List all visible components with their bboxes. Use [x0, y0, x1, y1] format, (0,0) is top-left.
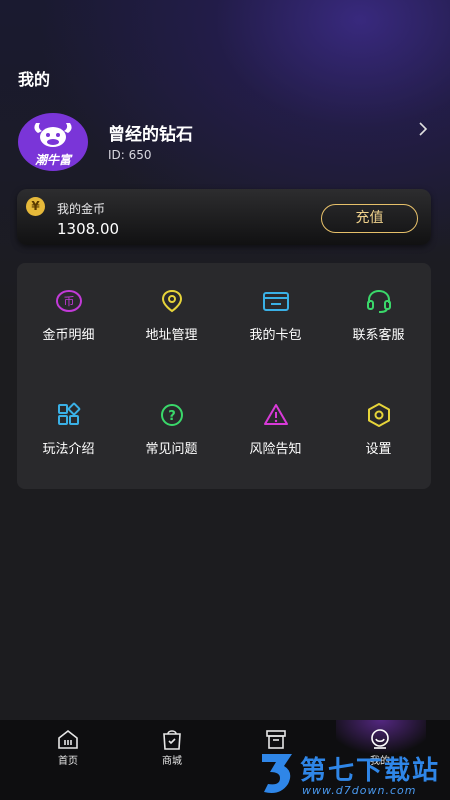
shopping-bag-icon — [163, 730, 181, 750]
location-pin-icon — [161, 289, 182, 313]
settings-hexagon-icon — [367, 403, 390, 427]
nav-item-mall[interactable]: 商城 — [122, 720, 222, 800]
chevron-right-icon[interactable] — [416, 122, 430, 136]
watermark-url: www.d7down.com — [302, 784, 417, 797]
menu-item-customer-service[interactable]: 联系客服 — [327, 263, 430, 343]
menu-item-coin-details[interactable]: 币 金币明细 — [17, 263, 120, 343]
card-wallet-icon — [262, 292, 289, 311]
svg-text:?: ? — [168, 409, 176, 424]
menu-item-address[interactable]: 地址管理 — [120, 263, 223, 343]
menu-item-settings[interactable]: 设置 — [327, 377, 430, 457]
watermark-text: 第七下载站 — [300, 756, 441, 786]
warning-triangle-icon — [263, 404, 288, 425]
menu-label: 设置 — [365, 442, 392, 457]
page-title: 我的 — [18, 70, 51, 89]
home-icon — [58, 729, 78, 749]
watermark-logo-icon — [262, 754, 292, 793]
menu-label: 我的卡包 — [249, 328, 302, 343]
nav-label: 首页 — [58, 756, 78, 767]
watermark: 第七下载站 www.d7down.com — [258, 748, 450, 800]
recharge-button[interactable]: 充值 — [321, 204, 418, 233]
menu-item-gameplay[interactable]: 玩法介绍 — [17, 377, 120, 457]
menu-label: 金币明细 — [42, 328, 95, 343]
menu-item-risk-notice[interactable]: 风险告知 — [224, 377, 327, 457]
headset-icon — [366, 289, 391, 313]
coin-icon: ¥ — [26, 197, 45, 216]
avatar-logo-text: 潮牛富 — [34, 153, 71, 167]
question-circle-icon: ? — [160, 404, 183, 426]
username: 曾经的钻石 — [108, 125, 193, 145]
nav-item-home[interactable]: 首页 — [18, 720, 118, 800]
profile-icon — [371, 729, 389, 749]
nav-label: 商城 — [162, 756, 182, 767]
coin-amount: 1308.00 — [57, 220, 120, 238]
avatar[interactable]: 潮牛富 — [18, 113, 88, 171]
menu-panel: 币 金币明细 地址管理 我的卡包 联系客服 玩法介绍 ? 常见问题 风险告知 设… — [17, 263, 431, 489]
menu-item-card-wallet[interactable]: 我的卡包 — [224, 263, 327, 343]
menu-label: 常见问题 — [145, 442, 198, 457]
menu-label: 地址管理 — [145, 328, 198, 343]
menu-label: 联系客服 — [352, 328, 405, 343]
grid-shapes-icon — [57, 402, 80, 425]
coin-label: 我的金币 — [57, 202, 106, 216]
menu-item-faq[interactable]: ? 常见问题 — [120, 377, 223, 457]
box-icon — [266, 730, 286, 749]
svg-text:币: 币 — [63, 295, 74, 308]
user-id: ID: 650 — [108, 148, 152, 162]
menu-label: 风险告知 — [249, 442, 302, 457]
coin-icon: 币 — [55, 290, 82, 312]
coin-card: ¥ 我的金币 1308.00 充值 — [17, 189, 431, 245]
menu-label: 玩法介绍 — [42, 442, 95, 457]
